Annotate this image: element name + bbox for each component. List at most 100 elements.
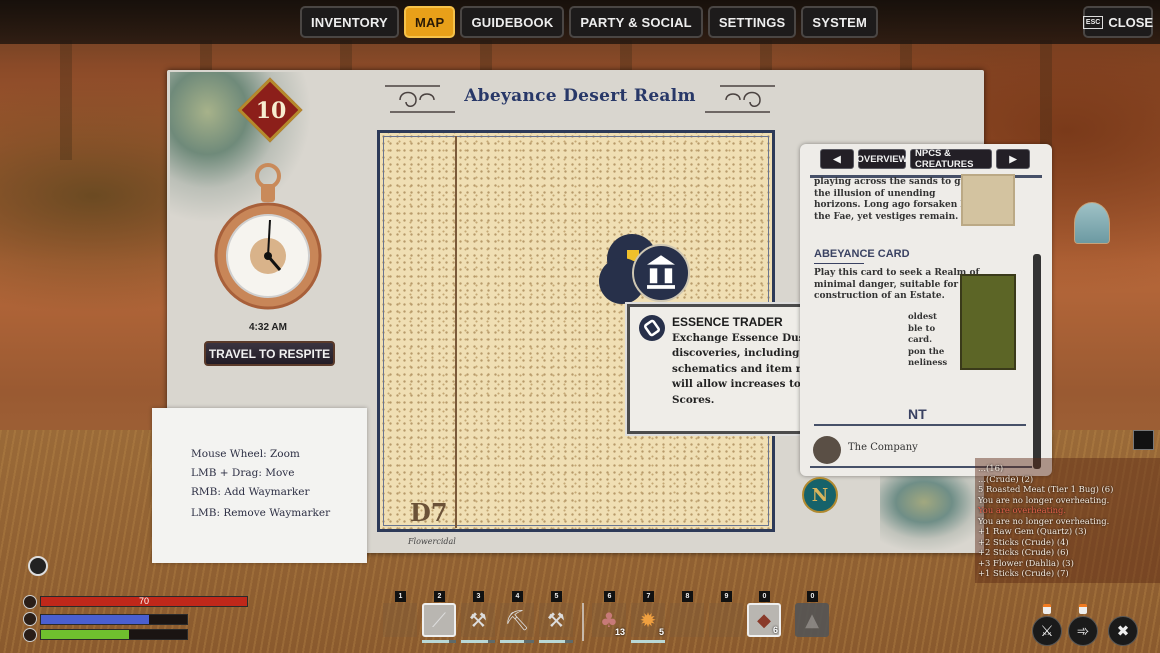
hotbar-key-label: 1 — [395, 591, 406, 602]
ability-charge-icon — [1079, 604, 1087, 614]
fork-knife-icon[interactable]: ✖ — [1108, 616, 1138, 646]
faction-name: The Company — [848, 442, 918, 453]
corner-illustration-bottom — [880, 470, 990, 550]
map-caption: Flowercidal — [408, 537, 456, 546]
hotbar-key-label: 7 — [643, 591, 654, 602]
hotbar-slot[interactable]: ⛏ — [500, 603, 534, 637]
realm-description: playing across the sands to give the ill… — [814, 177, 975, 222]
card-description-partial: oldest ble to card. pon the neliness — [908, 312, 948, 368]
hotbar-slot[interactable]: ⚒ — [461, 603, 495, 637]
hotbar-key-label: 2 — [434, 591, 445, 602]
sword-slash-icon[interactable]: ⚔ — [1032, 616, 1062, 646]
pocket-watch-icon — [214, 163, 322, 310]
hotbar-slot[interactable]: ✹ 5 — [631, 603, 665, 637]
realm-title: Abeyance Desert Realm — [464, 86, 696, 106]
chat-line: 5 Roasted Meat (Tier 1 Bug) (6) — [978, 484, 1114, 494]
hotbar-separator — [582, 603, 584, 641]
chat-line: You are overheating. — [978, 505, 1067, 515]
hotbar-slot[interactable]: ♣ 13 — [592, 603, 626, 637]
card-heading: ABEYANCE CARD — [814, 248, 910, 260]
essence-trader-building-icon — [647, 255, 675, 289]
main-nav: INVENTORY MAP GUIDEBOOK PARTY & SOCIAL S… — [300, 6, 879, 38]
faction-icon — [813, 436, 841, 464]
controls-help-note: Mouse Wheel: Zoom LMB + Drag: Move RMB: … — [152, 408, 367, 563]
control-add-waymarker: RMB: Add Waymarker — [191, 486, 310, 498]
status-effect-icon — [28, 556, 48, 576]
hotbar-key-label: 9 — [721, 591, 732, 602]
hotbar-slot[interactable] — [709, 603, 743, 637]
durability-bar — [500, 640, 534, 643]
item-quantity: 6 — [772, 625, 778, 635]
hut-icon — [1074, 202, 1110, 244]
chat-line: ...(Crude) (2) — [978, 473, 1034, 484]
tab-guidebook[interactable]: GUIDEBOOK — [460, 6, 565, 38]
consumable-slot[interactable]: ▲ — [795, 603, 829, 637]
stone-spear-icon: ⟋ — [432, 608, 446, 632]
control-remove-waymarker: LMB: Remove Waymarker — [191, 507, 331, 519]
chat-line: You are no longer overheating. — [978, 494, 1110, 505]
flourish-right-icon — [705, 85, 775, 113]
tab-overview[interactable]: OVERVIEW — [856, 149, 908, 169]
chat-line: +3 Flower (Dahlia) (3) — [978, 557, 1074, 568]
tab-map[interactable]: MAP — [403, 6, 456, 38]
hotbar-key-label: 6 — [604, 591, 615, 602]
compass-north-icon[interactable]: N — [802, 477, 838, 513]
sprint-icon[interactable]: ➾ — [1068, 616, 1098, 646]
close-button[interactable]: ESC CLOSE — [1082, 6, 1153, 38]
next-tab-button[interactable]: ▶ — [996, 149, 1030, 169]
tab-system[interactable]: SYSTEM — [801, 6, 879, 38]
abeyance-card-image[interactable] — [960, 274, 1016, 370]
heading-underline — [814, 263, 864, 264]
realm-level-badge: 10 — [237, 77, 303, 143]
esc-key-icon: ESC — [1082, 15, 1104, 29]
mana-icon — [23, 612, 37, 626]
travel-to-respite-button[interactable]: TRAVEL TO RESPITE — [204, 341, 335, 366]
chat-line: +2 Sticks (Crude) (6) — [978, 547, 1069, 557]
health-icon — [23, 595, 37, 609]
health-value: 70 — [138, 596, 149, 606]
item-quantity: 5 — [658, 627, 664, 637]
hotbar-slot[interactable]: ⚒ — [539, 603, 573, 637]
mana-bar-fill — [41, 615, 150, 624]
section-heading: NT — [908, 406, 927, 422]
creature-thumbnail[interactable] — [961, 174, 1015, 226]
health-bar: 70 — [40, 596, 248, 607]
hotbar-key-label: 3 — [473, 591, 484, 602]
info-scrollbar[interactable] — [1033, 254, 1041, 469]
durability-bar — [631, 640, 665, 643]
durability-bar — [539, 640, 573, 643]
realm-level: 10 — [255, 98, 287, 124]
chat-line: +1 Sticks (Crude) (7) — [978, 568, 1069, 578]
tab-npcs-creatures[interactable]: NPCS & CREATURES — [910, 148, 992, 170]
stamina-bar — [40, 629, 188, 640]
stamina-icon — [23, 628, 37, 642]
essence-trader-icon — [639, 315, 665, 341]
control-move: LMB + Drag: Move — [191, 467, 295, 479]
consumable-key-label: 0 — [759, 591, 770, 602]
hotbar-slot[interactable] — [670, 603, 704, 637]
tab-party-social[interactable]: PARTY & SOCIAL — [569, 6, 703, 38]
hotbar-slot[interactable]: ⟋ — [422, 603, 456, 637]
tab-settings[interactable]: SETTINGS — [707, 6, 797, 38]
tab-inventory[interactable]: INVENTORY — [300, 6, 399, 38]
chat-toggle-icon[interactable] — [1133, 430, 1154, 450]
hotbar-key-label: 4 — [512, 591, 523, 602]
section-underline — [814, 424, 1026, 426]
stone-hammer-icon: ⚒ — [547, 608, 565, 632]
hotbar-slot[interactable] — [383, 603, 417, 637]
chat-line: ...(16) — [978, 463, 1004, 473]
map-grid-line — [455, 136, 457, 528]
prev-tab-button[interactable]: ◀ — [820, 149, 854, 169]
stone-axe-icon: ⚒ — [469, 608, 487, 632]
hotbar-key-label: 5 — [551, 591, 562, 602]
hotbar-key-label: 8 — [682, 591, 693, 602]
stone-pickaxe-icon: ⛏ — [504, 608, 530, 632]
consumable-slot[interactable]: ◆ 6 — [747, 603, 781, 637]
time-display: 4:32 AM — [249, 322, 287, 333]
item-quantity: 13 — [614, 627, 625, 637]
map-marker-essence-trader[interactable] — [632, 244, 690, 302]
map-grid-label: D7 — [410, 498, 448, 527]
empty-flask-icon: ▲ — [805, 609, 819, 631]
stamina-bar-fill — [41, 630, 129, 639]
chat-line: You are no longer overheating. — [978, 515, 1110, 526]
